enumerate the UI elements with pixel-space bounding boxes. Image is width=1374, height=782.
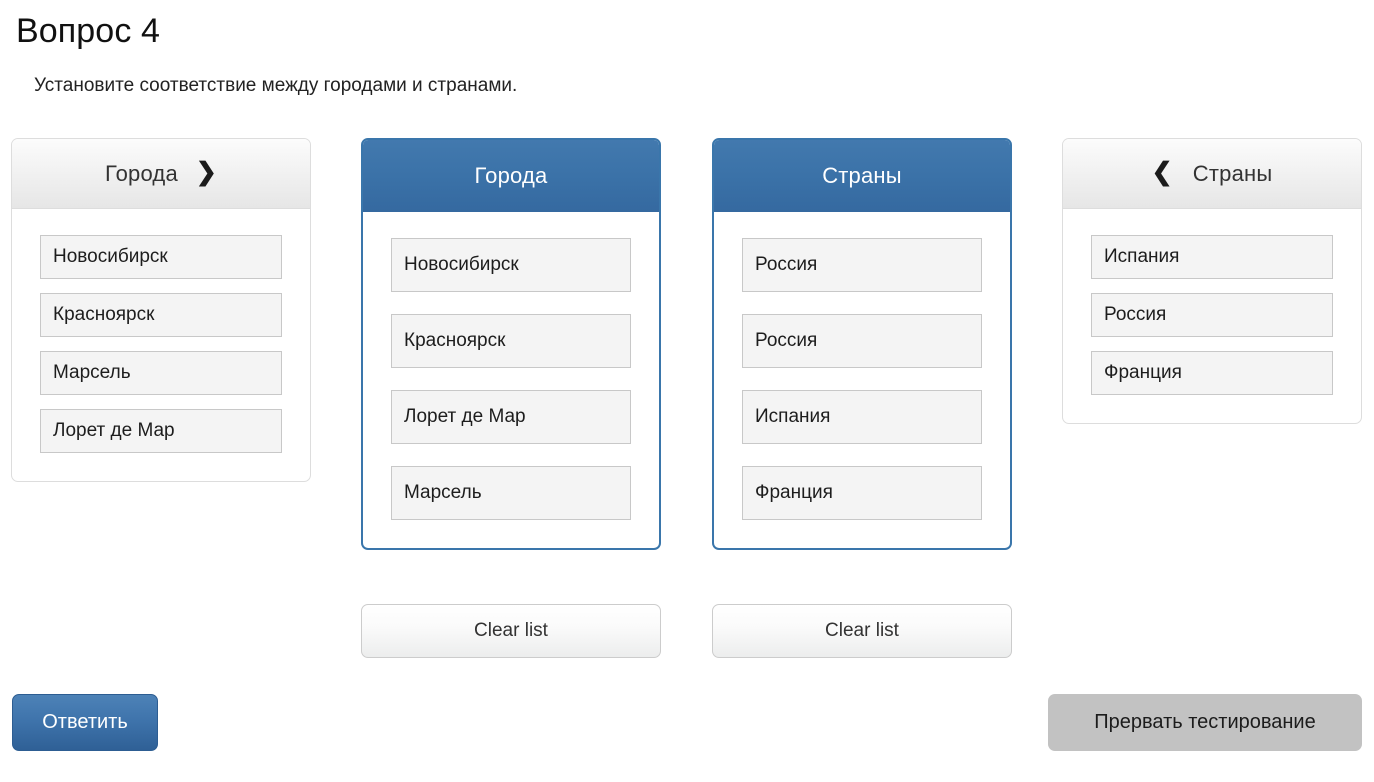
panel-source-cities: Города ❯ Новосибирск Красноярск Марсель … [11, 138, 311, 482]
page-title: Вопрос 4 [16, 12, 160, 50]
matching-panels: Города ❯ Новосибирск Красноярск Марсель … [0, 138, 1374, 658]
list-item[interactable]: Красноярск [40, 293, 282, 337]
chevron-left-icon[interactable]: ❮ [1152, 160, 1173, 185]
panel-answer-countries-box: Страны Россия Россия Испания Франция [712, 138, 1012, 550]
panel-source-countries-list: Испания Россия Франция [1063, 209, 1361, 423]
panel-source-cities-list: Новосибирск Красноярск Марсель Лорет де … [12, 209, 310, 481]
panel-answer-countries-title: Страны [822, 163, 902, 188]
list-item[interactable]: Лорет де Мар [40, 409, 282, 453]
panel-source-cities-title: Города [104, 160, 178, 186]
list-item[interactable]: Россия [742, 238, 982, 292]
list-item[interactable]: Новосибирск [40, 235, 282, 279]
list-item[interactable]: Новосибирск [391, 238, 631, 292]
panel-source-cities-header[interactable]: Города ❯ [12, 139, 310, 209]
clear-list-cities-button[interactable]: Clear list [361, 604, 661, 658]
panel-answer-cities: Города Новосибирск Красноярск Лорет де М… [361, 138, 661, 550]
list-item[interactable]: Марсель [40, 351, 282, 395]
submit-answer-button[interactable]: Ответить [12, 694, 158, 751]
panel-answer-cities-title: Города [474, 163, 548, 188]
list-item[interactable]: Франция [742, 466, 982, 520]
panel-answer-countries-list: Россия Россия Испания Франция [714, 212, 1010, 548]
chevron-right-icon[interactable]: ❯ [196, 160, 217, 185]
list-item[interactable]: Лорет де Мар [391, 390, 631, 444]
panel-source-countries-header[interactable]: ❮ Страны [1063, 139, 1361, 209]
question-instruction: Установите соответствие между городами и… [34, 75, 518, 96]
list-item[interactable]: Россия [742, 314, 982, 368]
list-item[interactable]: Красноярск [391, 314, 631, 368]
abort-test-button[interactable]: Прервать тестирование [1048, 694, 1362, 751]
list-item[interactable]: Марсель [391, 466, 631, 520]
panel-source-countries-box: ❮ Страны Испания Россия Франция [1062, 138, 1362, 424]
panel-source-cities-box: Города ❯ Новосибирск Красноярск Марсель … [11, 138, 311, 482]
clear-list-countries-button[interactable]: Clear list [712, 604, 1012, 658]
list-item[interactable]: Испания [1091, 235, 1333, 279]
panel-source-countries: ❮ Страны Испания Россия Франция [1062, 138, 1362, 424]
panel-answer-cities-box: Города Новосибирск Красноярск Лорет де М… [361, 138, 661, 550]
panel-answer-cities-header[interactable]: Города [363, 140, 659, 212]
panel-source-countries-title: Страны [1192, 160, 1273, 186]
list-item[interactable]: Франция [1091, 351, 1333, 395]
panel-answer-countries-header[interactable]: Страны [714, 140, 1010, 212]
panel-answer-countries: Страны Россия Россия Испания Франция [712, 138, 1012, 550]
list-item[interactable]: Россия [1091, 293, 1333, 337]
panel-answer-cities-list: Новосибирск Красноярск Лорет де Мар Марс… [363, 212, 659, 548]
list-item[interactable]: Испания [742, 390, 982, 444]
